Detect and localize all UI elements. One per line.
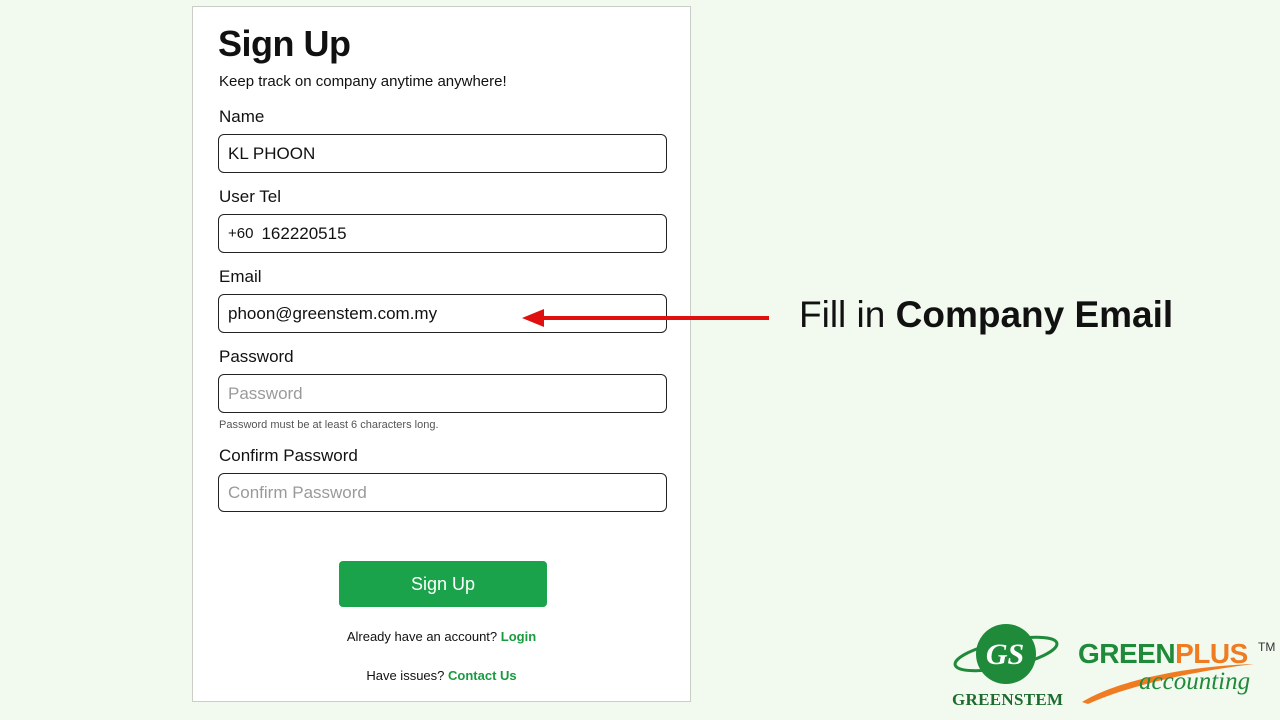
annotation-text: Fill in Company Email — [799, 294, 1173, 336]
password-hint: Password must be at least 6 characters l… — [219, 419, 439, 431]
issues-prompt-text: Have issues? — [366, 668, 445, 683]
tel-field-box: +60 — [218, 214, 667, 253]
tel-label: User Tel — [219, 187, 282, 206]
country-code-prefix[interactable]: +60 — [228, 225, 253, 242]
page-subtitle: Keep track on company anytime anywhere! — [219, 73, 507, 90]
name-label: Name — [219, 107, 265, 126]
confirm-password-field-box — [218, 473, 667, 512]
confirm-password-input[interactable] — [228, 482, 657, 503]
annotation-prefix: Fill in — [799, 294, 886, 335]
issues-prompt-line: Have issues? Contact Us — [193, 668, 690, 683]
password-input[interactable] — [228, 383, 657, 404]
trademark-mark: TM — [1258, 640, 1276, 654]
greenstem-monogram: GS — [986, 638, 1024, 671]
contact-us-link[interactable]: Contact Us — [448, 668, 517, 683]
signup-card: Sign Up Keep track on company anytime an… — [192, 6, 691, 702]
password-label: Password — [219, 347, 294, 366]
confirm-password-label: Confirm Password — [219, 446, 358, 465]
login-link[interactable]: Login — [501, 629, 536, 644]
name-field-box — [218, 134, 667, 173]
tel-input[interactable] — [261, 223, 657, 244]
email-label: Email — [219, 267, 262, 286]
page-title: Sign Up — [218, 23, 351, 64]
greenplus-subtitle: accounting — [1139, 668, 1251, 695]
login-prompt-line: Already have an account? Login — [193, 629, 690, 644]
signup-button[interactable]: Sign Up — [339, 561, 547, 607]
name-input[interactable] — [228, 143, 657, 164]
login-prompt-text: Already have an account? — [346, 629, 498, 644]
greenstem-wordmark: GREENSTEM — [952, 690, 1064, 709]
password-field-box — [218, 374, 667, 413]
annotation-arrow-icon — [522, 309, 769, 327]
annotation-emphasis: Company Email — [895, 294, 1174, 335]
